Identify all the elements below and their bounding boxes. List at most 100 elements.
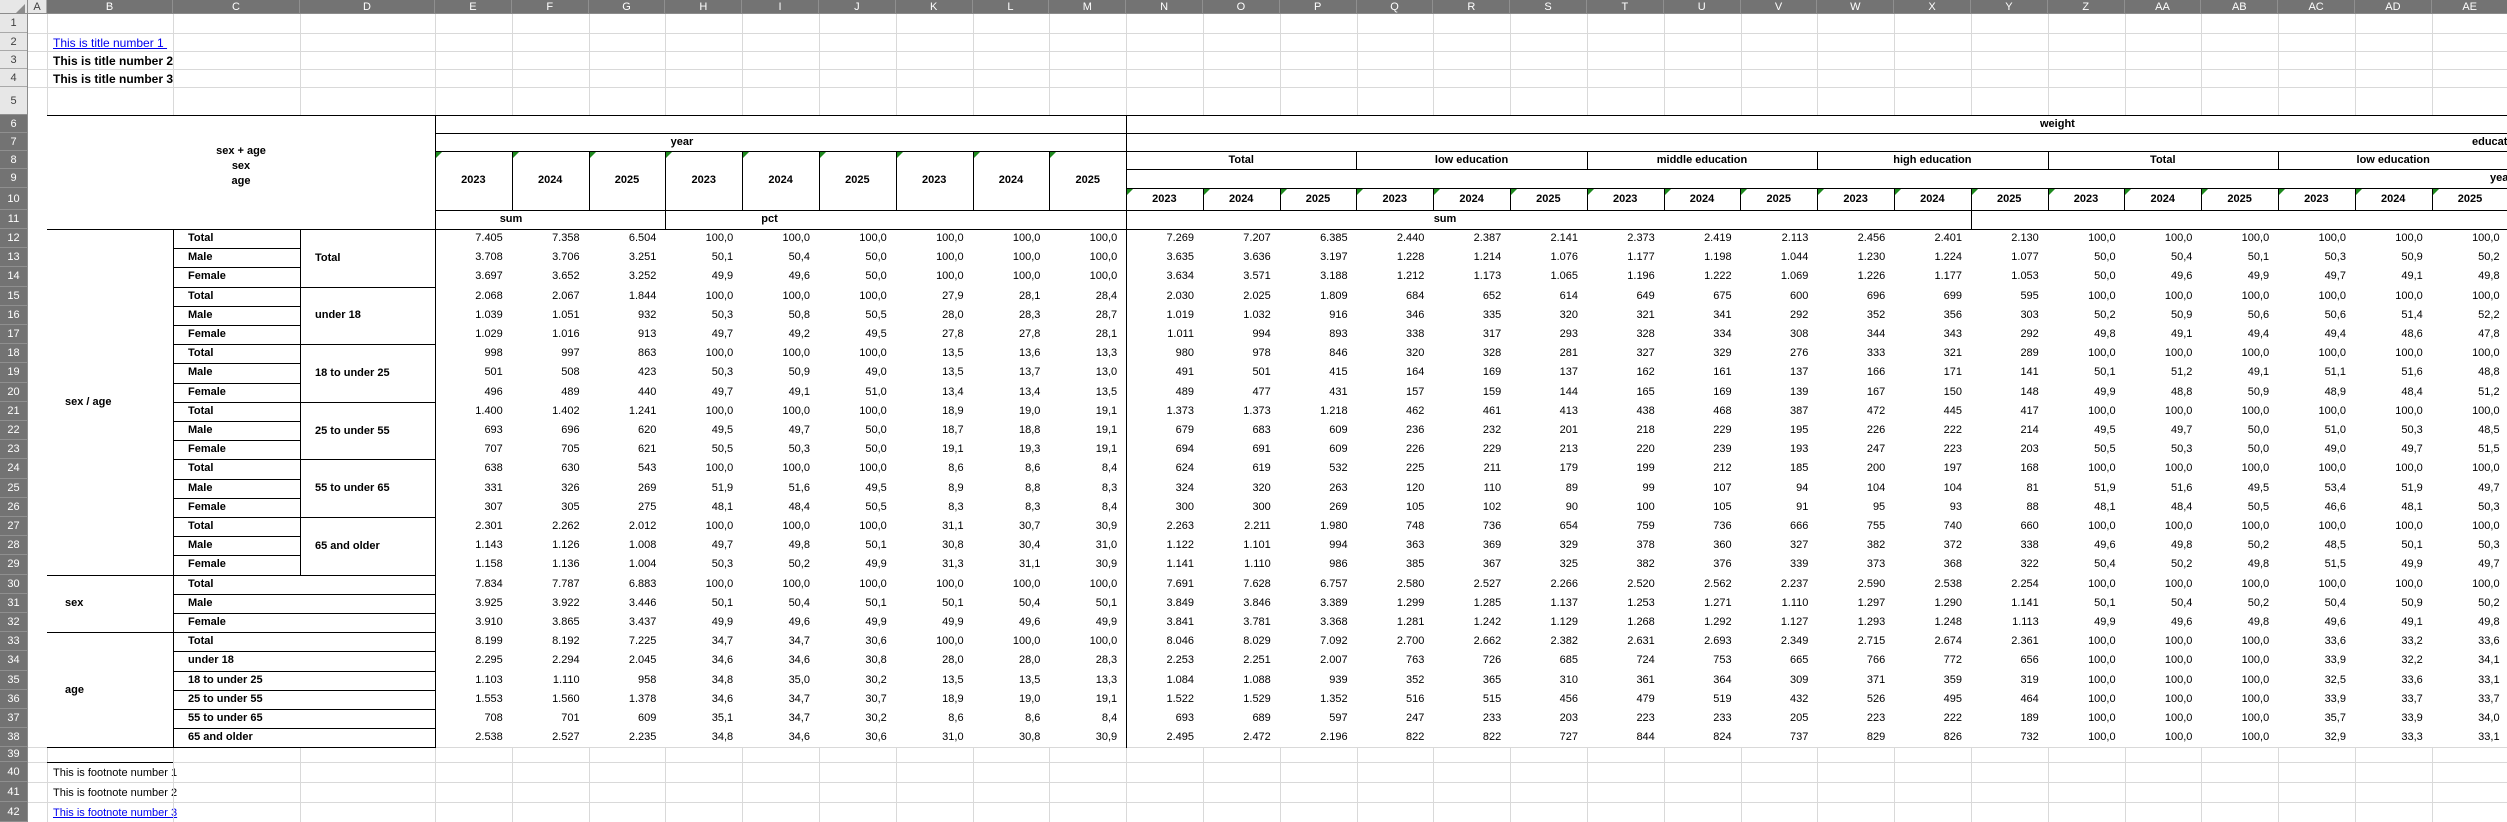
cell-Z35[interactable]: 100,0 <box>2048 671 2125 690</box>
cell-J37[interactable]: 30,2 <box>819 709 896 728</box>
cell-V30[interactable]: 2.237 <box>1741 575 1818 594</box>
cell-C21[interactable]: Total <box>173 402 300 421</box>
row-header-7[interactable]: 7 <box>0 133 28 151</box>
cell-O10[interactable]: 2024 <box>1203 188 1280 210</box>
cell-O24[interactable]: 619 <box>1203 459 1280 478</box>
cell-Y26[interactable]: 88 <box>1971 498 2048 517</box>
cell-AB22[interactable]: 50,0 <box>2201 421 2278 440</box>
cell-N19[interactable]: 491 <box>1126 363 1203 382</box>
cell-R33[interactable]: 2.662 <box>1433 632 1510 651</box>
row-header-31[interactable]: 31 <box>0 594 28 613</box>
cell-C18[interactable]: Total <box>173 344 300 363</box>
cell-P10[interactable]: 2025 <box>1280 188 1357 210</box>
cell-X12[interactable]: 2.401 <box>1894 229 1971 248</box>
cell-W10[interactable]: 2023 <box>1817 188 1894 210</box>
cell-F37[interactable]: 701 <box>512 709 589 728</box>
row-header-6[interactable]: 6 <box>0 115 28 133</box>
cell-I21[interactable]: 100,0 <box>742 402 819 421</box>
cell-O19[interactable]: 501 <box>1203 363 1280 382</box>
cell-V34[interactable]: 665 <box>1741 651 1818 670</box>
cell-AC31[interactable]: 50,4 <box>2278 594 2355 613</box>
cell-AE10[interactable]: 2025 <box>2432 188 2507 210</box>
cell-W38[interactable]: 829 <box>1817 728 1894 747</box>
cell-J18[interactable]: 100,0 <box>819 344 896 363</box>
column-header-AA[interactable]: AA <box>2125 0 2202 14</box>
cell-Z17[interactable]: 49,8 <box>2048 325 2125 344</box>
cell-AC25[interactable]: 53,4 <box>2278 479 2355 498</box>
cell-N29[interactable]: 1.141 <box>1126 555 1203 574</box>
cell-K25[interactable]: 8,9 <box>896 479 973 498</box>
cell-Z29[interactable]: 50,4 <box>2048 555 2125 574</box>
cell-H29[interactable]: 50,3 <box>665 555 742 574</box>
cell-W15[interactable]: 696 <box>1817 287 1894 306</box>
cell-D12[interactable]: Total <box>300 229 435 287</box>
cell-Q25[interactable]: 120 <box>1357 479 1434 498</box>
cell-I30[interactable]: 100,0 <box>742 575 819 594</box>
cell-D24[interactable]: 55 to under 65 <box>300 459 435 517</box>
row-header-35[interactable]: 35 <box>0 671 28 690</box>
cell-Z16[interactable]: 50,2 <box>2048 306 2125 325</box>
cell-H8[interactable]: 2023 <box>665 151 742 210</box>
cell-AE34[interactable]: 34,1 <box>2432 651 2507 670</box>
cell-AA31[interactable]: 50,4 <box>2125 594 2202 613</box>
cell-F12[interactable]: 7.358 <box>512 229 589 248</box>
cell-N28[interactable]: 1.122 <box>1126 536 1203 555</box>
row-header-30[interactable]: 30 <box>0 575 28 594</box>
cell-E22[interactable]: 693 <box>435 421 512 440</box>
cell-F21[interactable]: 1.402 <box>512 402 589 421</box>
cell-K38[interactable]: 31,0 <box>896 728 973 747</box>
cell-S12[interactable]: 2.141 <box>1510 229 1587 248</box>
cell-M23[interactable]: 19,1 <box>1049 440 1126 459</box>
row-header-20[interactable]: 20 <box>0 383 28 402</box>
cell-H37[interactable]: 35,1 <box>665 709 742 728</box>
cell-AA24[interactable]: 100,0 <box>2125 459 2202 478</box>
cell-M13[interactable]: 100,0 <box>1049 248 1126 267</box>
cell-I31[interactable]: 50,4 <box>742 594 819 613</box>
cell-J8[interactable]: 2025 <box>819 151 896 210</box>
cell-E25[interactable]: 331 <box>435 479 512 498</box>
cell-N25[interactable]: 324 <box>1126 479 1203 498</box>
cell-T19[interactable]: 162 <box>1587 363 1664 382</box>
cell-E35[interactable]: 1.103 <box>435 671 512 690</box>
cell-C28[interactable]: Male <box>173 536 300 555</box>
row-header-26[interactable]: 26 <box>0 498 28 517</box>
cell-K37[interactable]: 8,6 <box>896 709 973 728</box>
cell-AC36[interactable]: 33,9 <box>2278 690 2355 709</box>
cell-AB13[interactable]: 50,1 <box>2201 248 2278 267</box>
cell-Z33[interactable]: 100,0 <box>2048 632 2125 651</box>
cell-C20[interactable]: Female <box>173 383 300 402</box>
cell-D15[interactable]: under 18 <box>300 287 435 345</box>
cell-V29[interactable]: 339 <box>1741 555 1818 574</box>
row-group-sex-age-label[interactable]: sex / age <box>47 229 173 575</box>
cell-Y34[interactable]: 656 <box>1971 651 2048 670</box>
cell-Y12[interactable]: 2.130 <box>1971 229 2048 248</box>
row-header-38[interactable]: 38 <box>0 728 28 747</box>
cell-M18[interactable]: 13,3 <box>1049 344 1126 363</box>
row-header-19[interactable]: 19 <box>0 363 28 382</box>
cell-U16[interactable]: 341 <box>1664 306 1741 325</box>
cell-AB30[interactable]: 100,0 <box>2201 575 2278 594</box>
cell-W36[interactable]: 526 <box>1817 690 1894 709</box>
cell-P36[interactable]: 1.352 <box>1280 690 1357 709</box>
cell-AD30[interactable]: 100,0 <box>2355 575 2432 594</box>
cell-AB37[interactable]: 100,0 <box>2201 709 2278 728</box>
cell-AB25[interactable]: 49,5 <box>2201 479 2278 498</box>
cell-S18[interactable]: 281 <box>1510 344 1587 363</box>
cell-AA26[interactable]: 48,4 <box>2125 498 2202 517</box>
cell-R37[interactable]: 233 <box>1433 709 1510 728</box>
cell-J35[interactable]: 30,2 <box>819 671 896 690</box>
cell-R28[interactable]: 369 <box>1433 536 1510 555</box>
cell-Y27[interactable]: 660 <box>1971 517 2048 536</box>
cell-M38[interactable]: 30,9 <box>1049 728 1126 747</box>
cell-V37[interactable]: 205 <box>1741 709 1818 728</box>
cell-U27[interactable]: 736 <box>1664 517 1741 536</box>
title-1-link[interactable]: This is title number 1 <box>53 36 167 51</box>
cell-R30[interactable]: 2.527 <box>1433 575 1510 594</box>
cell-AD35[interactable]: 33,6 <box>2355 671 2432 690</box>
cell-L36[interactable]: 19,0 <box>973 690 1050 709</box>
cell-T36[interactable]: 479 <box>1587 690 1664 709</box>
cell-M12[interactable]: 100,0 <box>1049 229 1126 248</box>
cell-M36[interactable]: 19,1 <box>1049 690 1126 709</box>
cell-H17[interactable]: 49,7 <box>665 325 742 344</box>
cell-L34[interactable]: 28,0 <box>973 651 1050 670</box>
